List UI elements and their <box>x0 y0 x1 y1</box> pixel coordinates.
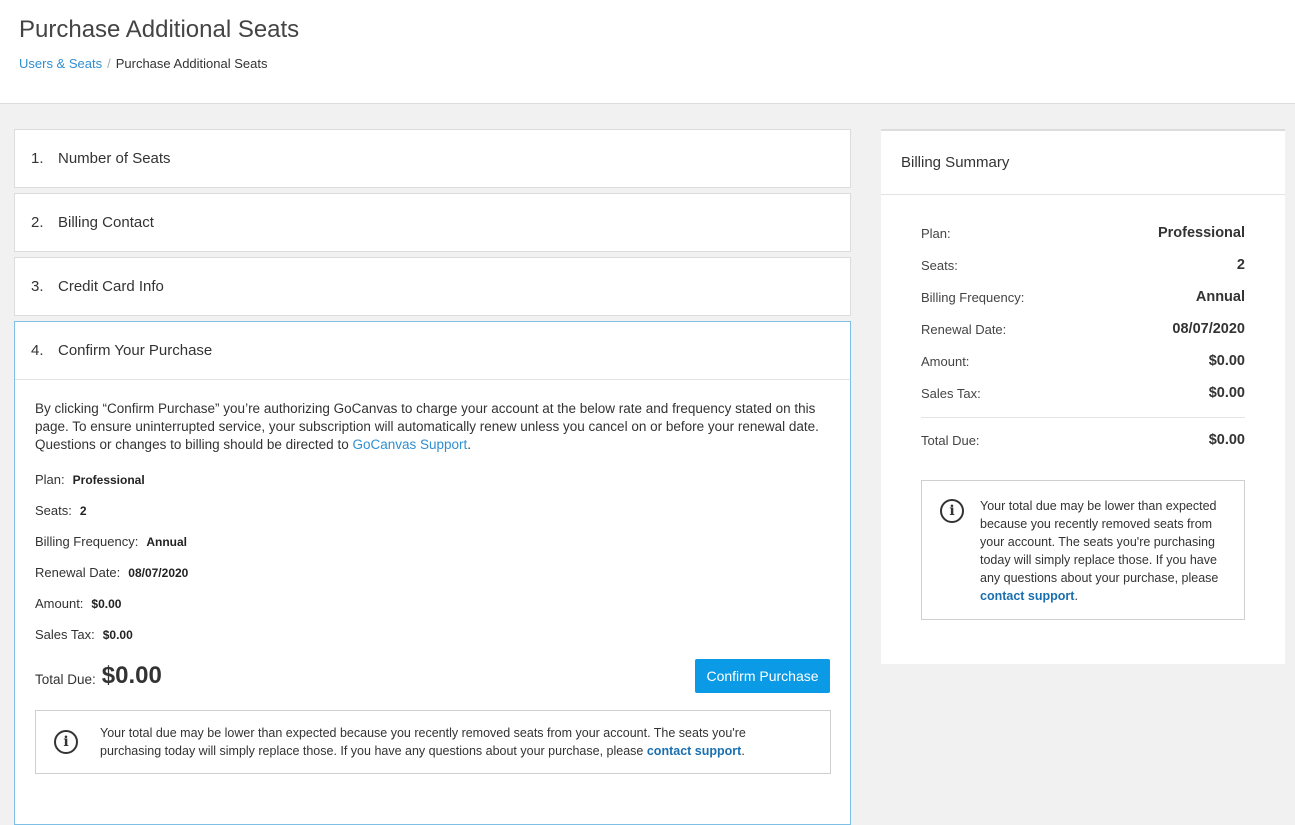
page-title: Purchase Additional Seats <box>19 16 300 43</box>
detail-value: $0.00 <box>102 627 133 642</box>
summary-divider <box>921 417 1245 418</box>
summary-label: Amount: <box>921 353 970 369</box>
detail-row-renewal-date: Renewal Date: 08/07/2020 <box>35 557 830 588</box>
summary-row-renewal-date: Renewal Date: 08/07/2020 <box>921 313 1245 345</box>
summary-value: 08/07/2020 <box>1172 321 1245 337</box>
step-label: Billing Contact <box>58 214 154 231</box>
info-icon: i <box>54 730 78 754</box>
step-number: 4. <box>31 342 44 359</box>
breadcrumb-current: Purchase Additional Seats <box>115 56 268 71</box>
notice-text-end: . <box>1074 589 1078 603</box>
detail-value: 08/07/2020 <box>128 565 189 580</box>
step-header[interactable]: 1. Number of Seats <box>15 130 850 187</box>
billing-summary-panel: Billing Summary Plan: Professional Seats:… <box>881 129 1285 664</box>
detail-value: Annual <box>146 534 187 549</box>
confirm-purchase-button[interactable]: Confirm Purchase <box>695 659 830 693</box>
summary-value: 2 <box>1236 257 1245 273</box>
summary-value: Professional <box>1157 225 1245 241</box>
notice-text-body: Your total due may be lower than expecte… <box>980 499 1219 585</box>
detail-label: Amount: <box>35 596 84 611</box>
summary-value: $0.00 <box>1208 353 1245 369</box>
total-due-value: $0.00 <box>101 662 162 689</box>
notice-text: Your total due may be lower than expecte… <box>100 724 800 760</box>
authorization-text: By clicking “Confirm Purchase” you’re au… <box>35 400 835 454</box>
summary-value: $0.00 <box>1208 432 1245 448</box>
detail-value: 2 <box>79 503 87 518</box>
breadcrumb: Users & Seats / Purchase Additional Seats <box>19 56 268 71</box>
summary-label: Renewal Date: <box>921 321 1007 337</box>
gocanvas-support-link[interactable]: GoCanvas Support <box>352 437 467 452</box>
confirm-body: By clicking “Confirm Purchase” you’re au… <box>15 380 850 774</box>
detail-label: Sales Tax: <box>35 627 95 642</box>
step-number-of-seats[interactable]: 1. Number of Seats <box>14 129 851 188</box>
step-credit-card-info[interactable]: 3. Credit Card Info <box>14 257 851 316</box>
removed-seats-notice: i Your total due may be lower than expec… <box>35 710 831 774</box>
contact-support-link[interactable]: contact support <box>980 589 1074 603</box>
notice-text: Your total due may be lower than expecte… <box>980 497 1226 605</box>
detail-row-sales-tax: Sales Tax: $0.00 <box>35 619 830 650</box>
step-header[interactable]: 4. Confirm Your Purchase <box>15 322 850 380</box>
total-due-label: Total Due: <box>35 671 96 687</box>
step-header[interactable]: 2. Billing Contact <box>15 194 850 251</box>
summary-removed-seats-notice: i Your total due may be lower than expec… <box>921 480 1245 620</box>
summary-row-amount: Amount: $0.00 <box>921 345 1245 377</box>
purchase-details: Plan: Professional Seats: 2 Billing Freque… <box>35 464 830 650</box>
step-billing-contact[interactable]: 2. Billing Contact <box>14 193 851 252</box>
billing-summary-title: Billing Summary <box>881 131 1285 195</box>
breadcrumb-link-users-seats[interactable]: Users & Seats <box>19 56 102 71</box>
step-number: 1. <box>31 150 44 167</box>
summary-row-billing-frequency: Billing Frequency: Annual <box>921 281 1245 313</box>
detail-label: Billing Frequency: <box>35 534 139 549</box>
detail-row-seats: Seats: 2 <box>35 495 830 526</box>
step-confirm-purchase: 4. Confirm Your Purchase By clicking “Co… <box>14 321 851 825</box>
step-label: Credit Card Info <box>58 278 164 295</box>
summary-label: Billing Frequency: <box>921 289 1025 305</box>
total-due-row: Total Due: $0.00 Confirm Purchase <box>35 656 830 696</box>
detail-row-billing-frequency: Billing Frequency: Annual <box>35 526 830 557</box>
step-label: Number of Seats <box>58 150 171 167</box>
summary-label: Plan: <box>921 225 951 241</box>
step-label: Confirm Your Purchase <box>58 342 213 359</box>
detail-value: $0.00 <box>91 596 122 611</box>
notice-text-end: . <box>741 744 745 758</box>
step-header[interactable]: 3. Credit Card Info <box>15 258 850 315</box>
breadcrumb-separator: / <box>107 56 111 71</box>
summary-row-seats: Seats: 2 <box>921 249 1245 281</box>
summary-row-total-due: Total Due: $0.00 <box>921 424 1245 456</box>
detail-label: Renewal Date: <box>35 565 121 580</box>
info-icon: i <box>940 499 964 523</box>
summary-rows: Plan: Professional Seats: 2 Billing Freque… <box>881 195 1285 456</box>
page-header: Purchase Additional Seats Users & Seats /… <box>0 0 1295 104</box>
summary-label: Seats: <box>921 257 958 273</box>
step-number: 2. <box>31 214 44 231</box>
summary-label: Sales Tax: <box>921 385 981 401</box>
detail-label: Seats: <box>35 503 72 518</box>
detail-row-amount: Amount: $0.00 <box>35 588 830 619</box>
authorization-text-end: . <box>467 437 472 452</box>
summary-row-sales-tax: Sales Tax: $0.00 <box>921 377 1245 409</box>
summary-label: Total Due: <box>921 432 980 448</box>
detail-row-plan: Plan: Professional <box>35 464 830 495</box>
contact-support-link[interactable]: contact support <box>647 744 741 758</box>
step-number: 3. <box>31 278 44 295</box>
summary-row-plan: Plan: Professional <box>921 217 1245 249</box>
detail-label: Plan: <box>35 472 65 487</box>
summary-value: Annual <box>1195 289 1245 305</box>
summary-value: $0.00 <box>1208 385 1245 401</box>
detail-value: Professional <box>72 472 145 487</box>
